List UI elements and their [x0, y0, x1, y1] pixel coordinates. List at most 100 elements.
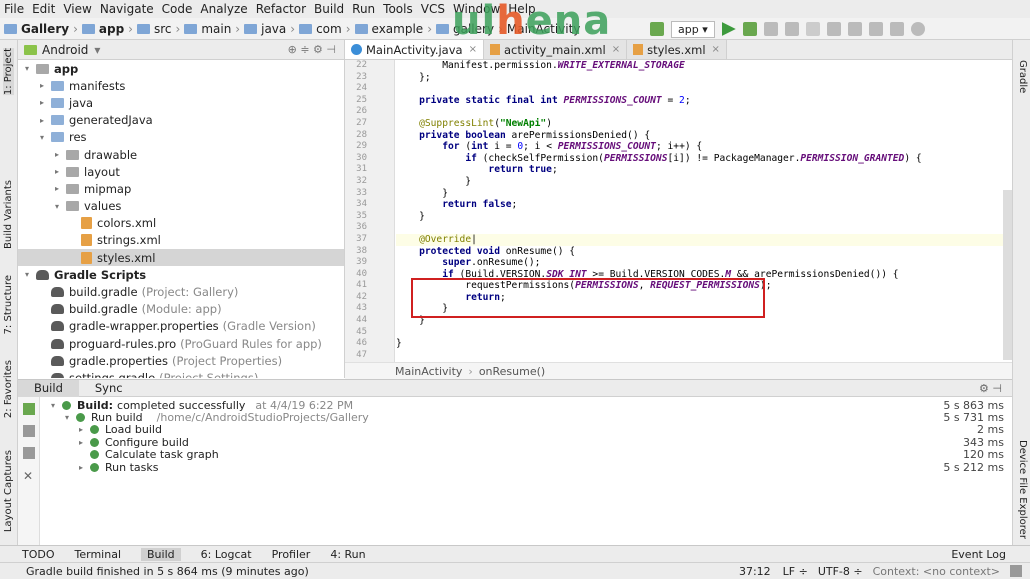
tree-item[interactable]: gradle-wrapper.properties (Gradle Version…	[18, 318, 344, 335]
expand-arrow-icon[interactable]: ▸	[37, 81, 47, 90]
expand-arrow-icon[interactable]: ▸	[52, 150, 62, 159]
crumb-project[interactable]: Gallery ›	[4, 22, 78, 36]
build-variants-tool-tab[interactable]: Build Variants	[3, 180, 14, 249]
expand-arrow-icon[interactable]: ▾	[37, 133, 47, 142]
menu-refactor[interactable]: Refactor	[256, 2, 306, 16]
tree-item[interactable]: styles.xml	[18, 249, 344, 267]
tree-item[interactable]: ▾ Gradle Scripts	[18, 266, 344, 283]
tab-styles[interactable]: styles.xml ×	[627, 40, 727, 59]
crumb-main[interactable]: main ›	[184, 22, 240, 36]
layout-inspector-icon[interactable]	[889, 22, 904, 36]
expand-arrow-icon[interactable]: ▸	[52, 184, 62, 193]
close-icon[interactable]: ×	[469, 44, 477, 55]
pin-icon[interactable]	[23, 447, 35, 459]
tree-item[interactable]: ▾ values	[18, 198, 344, 215]
stop-icon[interactable]	[805, 22, 820, 36]
tree-item[interactable]: ▾ app	[18, 60, 344, 77]
device-explorer-tool-tab[interactable]: Device File Explorer	[1017, 440, 1028, 539]
context-indicator[interactable]: Context: <no context>	[873, 565, 1000, 578]
rerun-icon[interactable]	[23, 403, 35, 415]
expand-arrow-icon[interactable]: ▾	[22, 270, 32, 279]
tab-run[interactable]: 4: Run	[330, 548, 365, 561]
menu-view[interactable]: View	[63, 2, 91, 16]
project-view-select[interactable]: Android	[42, 43, 88, 57]
build-tree-row[interactable]: ▸ Run tasks 5 s 212 ms	[40, 461, 1012, 474]
toggle-view-icon[interactable]	[23, 425, 35, 437]
build-tree-row[interactable]: ▸ Load build 2 ms	[40, 423, 1012, 436]
build-tree-row[interactable]: ▾ Run build/home/c/AndroidStudioProjects/…	[40, 411, 1012, 424]
tab-mainactivity[interactable]: MainActivity.java ×	[345, 40, 484, 59]
expand-arrow-icon[interactable]: ▾	[62, 413, 72, 422]
tree-item[interactable]: settings.gradle (Project Settings)	[18, 369, 344, 378]
attach-icon[interactable]	[784, 22, 799, 36]
tree-item[interactable]: build.gradle (Module: app)	[18, 301, 344, 318]
expand-arrow-icon[interactable]: ▸	[37, 116, 47, 125]
crumb-example[interactable]: example ›	[354, 22, 432, 36]
gear-icon[interactable]: ⚙ ⊣	[979, 382, 1002, 395]
menu-navigate[interactable]: Navigate	[100, 2, 154, 16]
expand-arrow-icon[interactable]: ▸	[76, 438, 86, 447]
profile-icon[interactable]	[763, 22, 778, 36]
sync-icon[interactable]	[826, 22, 841, 36]
tree-item[interactable]: ▸ mipmap	[18, 180, 344, 197]
expand-arrow-icon[interactable]: ▾	[52, 202, 62, 211]
gradle-tool-tab[interactable]: Gradle	[1017, 60, 1028, 93]
crumb-src[interactable]: src ›	[136, 22, 180, 36]
menu-edit[interactable]: Edit	[32, 2, 55, 16]
tree-item[interactable]: ▸ drawable	[18, 146, 344, 163]
expand-arrow-icon[interactable]: ▾	[22, 64, 32, 73]
tab-logcat[interactable]: 6: Logcat	[201, 548, 252, 561]
expand-arrow-icon[interactable]: ▸	[76, 425, 86, 434]
expand-arrow-icon[interactable]: ▸	[52, 167, 62, 176]
close-icon[interactable]: ×	[612, 44, 620, 55]
tree-item[interactable]: proguard-rules.pro (ProGuard Rules for ap…	[18, 335, 344, 352]
project-tool-tab[interactable]: 1: Project	[3, 48, 14, 96]
tree-item[interactable]: ▸ manifests	[18, 77, 344, 94]
tab-build-bottom[interactable]: Build	[141, 547, 181, 561]
close-icon[interactable]: ✕	[23, 469, 34, 483]
tree-item[interactable]: ▸ layout	[18, 163, 344, 180]
tab-activity-main[interactable]: activity_main.xml ×	[483, 40, 628, 59]
menu-vcs[interactable]: VCS	[421, 2, 445, 16]
tree-item[interactable]: ▾ res	[18, 129, 344, 146]
tree-item[interactable]: colors.xml	[18, 215, 344, 232]
lock-icon[interactable]	[1010, 565, 1022, 577]
debug-icon[interactable]	[742, 22, 757, 36]
tree-item[interactable]: ▸ generatedJava	[18, 112, 344, 129]
hammer-icon[interactable]	[650, 22, 664, 36]
menu-code[interactable]: Code	[162, 2, 193, 16]
captures-tool-tab[interactable]: Layout Captures	[3, 450, 14, 532]
search-icon[interactable]	[910, 22, 925, 36]
expand-arrow-icon[interactable]: ▾	[48, 401, 58, 410]
crumb-class[interactable]: MainActivity	[395, 365, 462, 378]
run-config-select[interactable]: app ▾	[671, 20, 715, 38]
tree-item[interactable]: gradle.properties (Project Properties)	[18, 352, 344, 369]
line-separator[interactable]: LF ÷	[783, 565, 808, 578]
tab-profiler[interactable]: Profiler	[272, 548, 311, 561]
crumb-module[interactable]: app ›	[81, 22, 133, 36]
crumb-java[interactable]: java ›	[244, 22, 295, 36]
build-tree-row[interactable]: ▾ Build: completed successfully at 4/4/19 6…	[40, 399, 1012, 412]
tab-todo[interactable]: TODO	[22, 548, 55, 561]
event-log-tab[interactable]: Event Log	[951, 548, 1006, 561]
build-tree-row[interactable]: Calculate task graph 120 ms	[40, 448, 1012, 461]
crumb-com[interactable]: com ›	[299, 22, 351, 36]
sdk-manager-icon[interactable]	[868, 22, 883, 36]
tree-item[interactable]: ▸ java	[18, 94, 344, 111]
run-icon[interactable]	[721, 22, 736, 36]
structure-tool-tab[interactable]: 7: Structure	[3, 275, 14, 334]
menu-tools[interactable]: Tools	[383, 2, 413, 16]
build-tree-row[interactable]: ▸ Configure build 343 ms	[40, 436, 1012, 449]
file-encoding[interactable]: UTF-8 ÷	[818, 565, 863, 578]
tab-build[interactable]: Build	[18, 379, 79, 397]
avd-manager-icon[interactable]	[847, 22, 862, 36]
menu-run[interactable]: Run	[352, 2, 375, 16]
tree-item[interactable]: strings.xml	[18, 232, 344, 249]
expand-arrow-icon[interactable]: ▸	[76, 463, 86, 472]
caret-position[interactable]: 37:12	[739, 565, 771, 578]
close-icon[interactable]: ×	[712, 44, 720, 55]
tab-sync[interactable]: Sync	[79, 381, 139, 395]
editor-scrollbar[interactable]	[1003, 190, 1012, 360]
expand-arrow-icon[interactable]: ▸	[37, 98, 47, 107]
tab-terminal[interactable]: Terminal	[75, 548, 122, 561]
